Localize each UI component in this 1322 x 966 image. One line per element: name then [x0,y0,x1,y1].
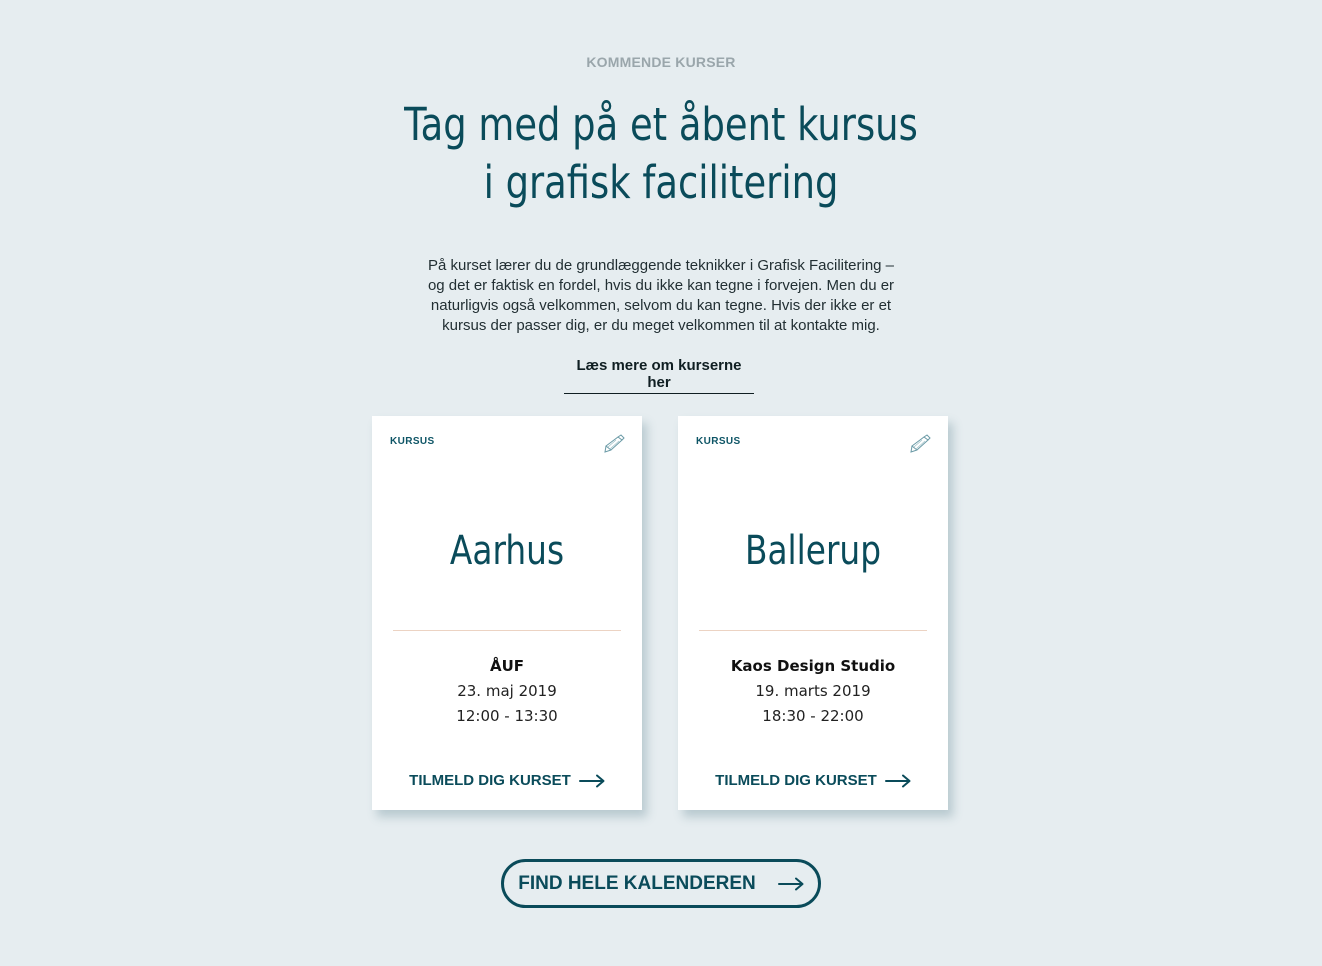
find-calendar-button[interactable]: FIND HELE KALENDEREN [501,859,821,908]
section-eyebrow: KOMMENDE KURSER [586,54,736,70]
arrow-right-icon [884,774,911,787]
section-headline: Tag med på et åbent kursus i grafisk fac… [374,96,948,212]
course-date: 23. maj 2019 [457,682,557,700]
find-calendar-label: FIND HELE KALENDEREN [518,872,756,894]
course-card: KURSUS Ballerup Kaos Design Studio 19. m… [678,416,948,810]
arrow-right-icon [777,877,804,890]
arrow-right-icon [578,774,605,787]
course-time: 18:30 - 22:00 [762,707,864,725]
signup-link[interactable]: TILMELD DIG KURSET [678,772,948,789]
course-city: Ballerup [744,528,882,574]
upcoming-courses-section: KOMMENDE KURSER Tag med på et åbent kurs… [0,0,1322,966]
course-venue: ÅUF [489,657,525,675]
course-venue: Kaos Design Studio [730,657,896,675]
pen-icon [604,434,625,453]
headline-line-2: i grafisk facilitering [483,156,839,209]
course-card: KURSUS Aarhus ÅUF 23. maj 2019 12:00 - 1… [372,416,642,810]
read-more-link[interactable]: Læs mere om kurserne her [564,357,754,394]
card-divider [393,630,621,631]
course-tag: KURSUS [696,436,741,447]
intro-text: På kurset lærer du de grundlæggende tekn… [427,257,895,334]
course-tag: KURSUS [390,436,435,447]
course-date: 19. marts 2019 [755,682,871,700]
course-city: Aarhus [449,528,565,574]
card-divider [699,630,927,631]
pen-icon [910,434,931,453]
signup-label: TILMELD DIG KURSET [409,772,571,789]
signup-label: TILMELD DIG KURSET [715,772,877,789]
signup-link[interactable]: TILMELD DIG KURSET [372,772,642,789]
course-time: 12:00 - 13:30 [456,707,558,725]
headline-line-1: Tag med på et åbent kursus [404,98,918,151]
